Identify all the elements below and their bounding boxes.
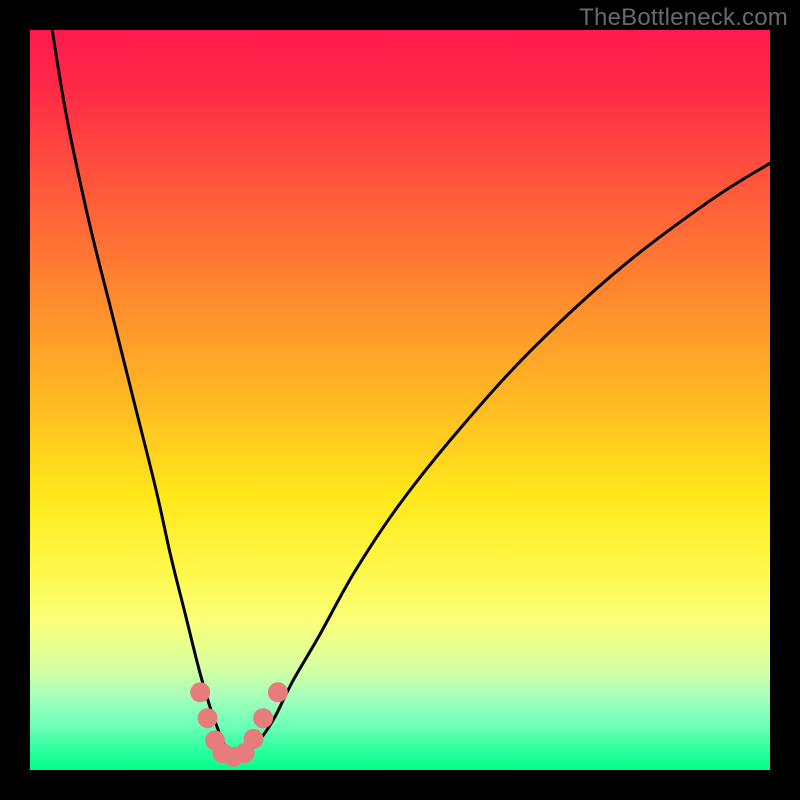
highlight-dot <box>198 708 218 728</box>
highlight-dot <box>190 682 210 702</box>
chart-frame: TheBottleneck.com <box>0 0 800 800</box>
highlight-dot <box>268 682 288 702</box>
highlight-dot <box>244 729 264 749</box>
highlight-dots-group <box>190 682 288 766</box>
plot-area <box>30 30 770 770</box>
watermark-text: TheBottleneck.com <box>579 4 788 32</box>
highlight-dot <box>253 708 273 728</box>
curve-layer <box>30 30 770 770</box>
bottleneck-curve-path <box>52 30 770 757</box>
